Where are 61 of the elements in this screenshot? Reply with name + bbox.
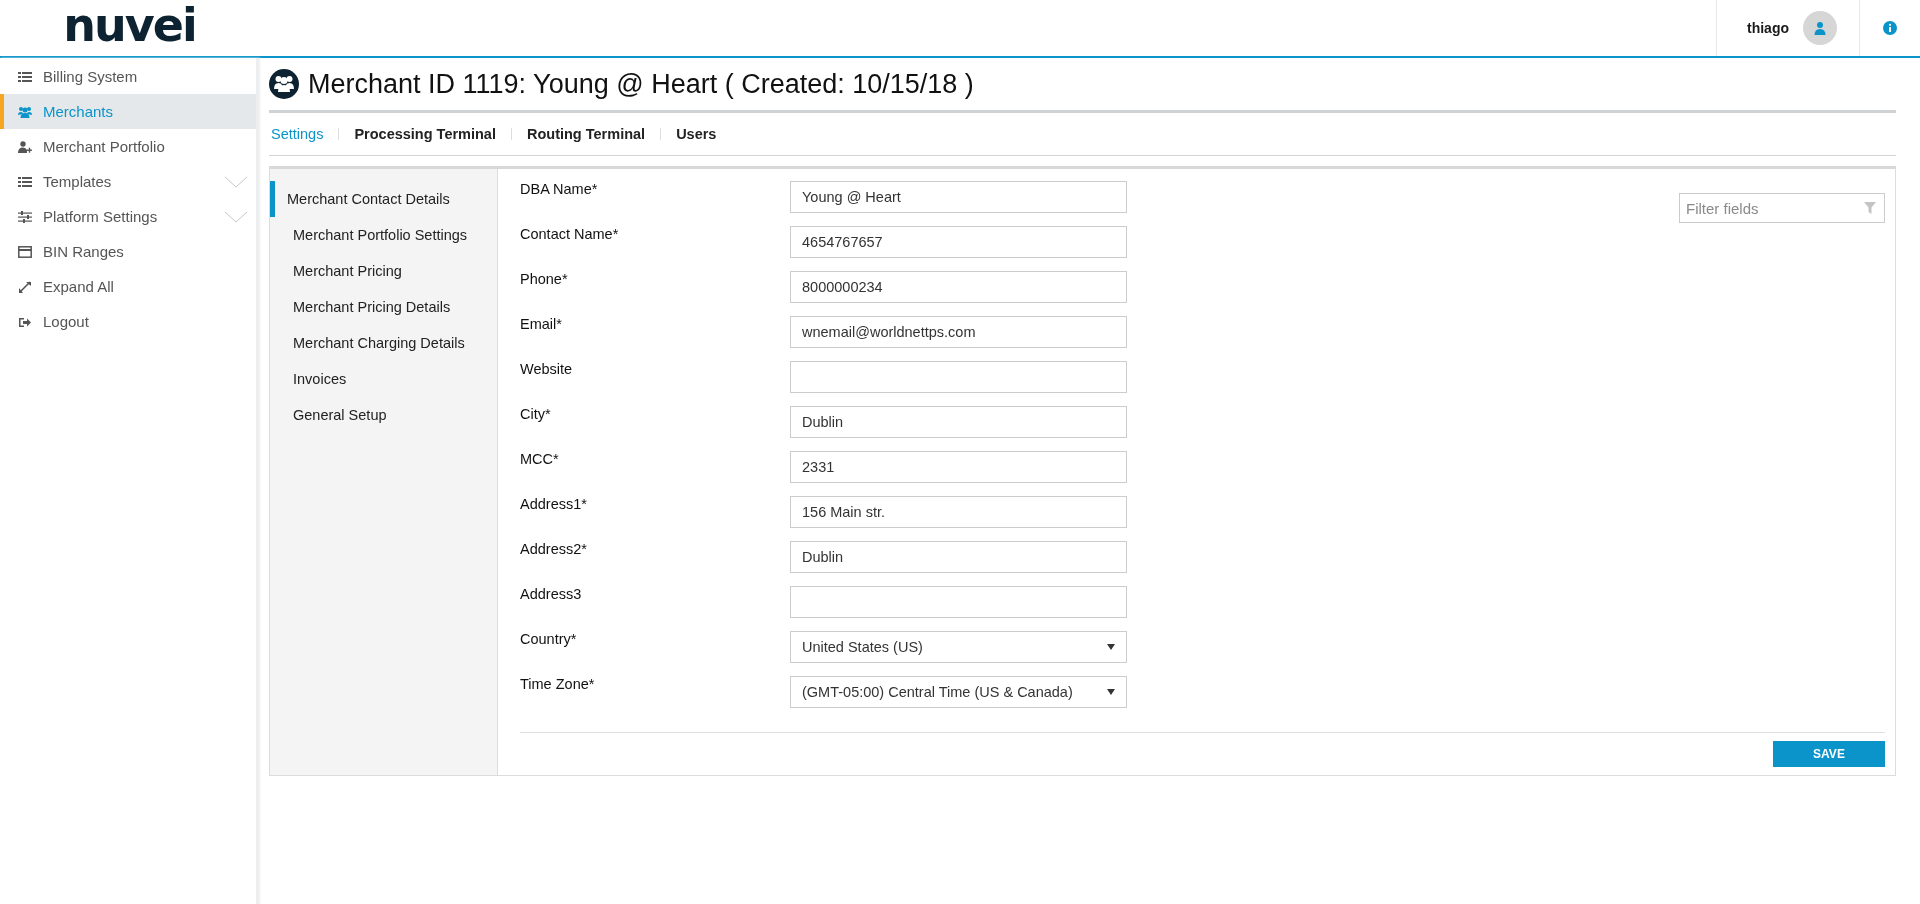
sidebar-item[interactable]: Platform Settings [0,199,256,234]
field-label: Email* [520,316,563,332]
sidebar-item[interactable]: BIN Ranges [0,234,256,269]
filter-field[interactable]: Filter fields [1679,193,1885,223]
input-field[interactable] [790,586,1127,618]
user-plus-icon [18,140,32,153]
input-field[interactable]: Dublin [790,541,1127,573]
avatar-icon[interactable] [1803,11,1837,45]
field-label: Phone* [520,271,569,287]
field-label: Time Zone* [520,676,596,692]
logout-icon [18,315,32,328]
merchant-group-icon [269,69,299,99]
input-field[interactable]: 4654767657 [790,226,1127,258]
section-item[interactable]: Merchant Pricing Details [270,289,497,325]
sidebar-item[interactable]: Merchant Portfolio [0,129,256,164]
section-item[interactable]: Merchant Portfolio Settings [270,217,497,253]
sidebar-item[interactable]: Logout [0,304,256,339]
input-field[interactable]: Young @ Heart [790,181,1127,213]
users-icon [18,105,32,118]
tab[interactable]: Processing Terminal [354,126,496,142]
section-item[interactable]: Merchant Contact Details [270,181,497,217]
page-title: Merchant ID 1119: Young @ Heart ( Created: 10/15/18 ) [308,68,974,100]
tab[interactable]: Routing Terminal [526,126,646,142]
section-item[interactable]: Merchant Charging Details [270,325,497,361]
input-field[interactable]: wnemail@worldnettps.com [790,316,1127,348]
section-item[interactable]: General Setup [270,397,497,433]
input-field[interactable]: 156 Main str. [790,496,1127,528]
filter-icon [1864,202,1876,214]
logo[interactable]: nuvei [63,2,196,48]
field-label: Website [520,361,574,377]
list-icon [18,175,32,188]
info-icon[interactable] [1883,21,1897,35]
input-field[interactable]: 8000000234 [790,271,1127,303]
dropdown[interactable]: United States (US) [790,631,1127,663]
field-label: DBA Name* [520,181,599,197]
input-field[interactable]: 2331 [790,451,1127,483]
user-name[interactable]: thiago [1747,20,1789,36]
sidebar-item[interactable]: Billing System [0,59,256,94]
sidebar-item[interactable]: Templates [0,164,256,199]
input-field[interactable] [790,361,1127,393]
tab[interactable]: Users [676,126,717,142]
section-item[interactable]: Invoices [270,361,497,397]
caret-icon [1107,644,1115,650]
input-field[interactable]: Dublin [790,406,1127,438]
field-label: MCC* [520,451,560,467]
dropdown[interactable]: (GMT-05:00) Central Time (US & Canada) [790,676,1127,708]
sidebar-item[interactable]: Expand All [0,269,256,304]
field-label: Address1* [520,496,588,512]
card-icon [18,245,32,258]
field-label: Country* [520,631,578,647]
caret-icon [1107,689,1115,695]
chevron-icon[interactable] [224,175,248,188]
section-item[interactable]: Merchant Pricing [270,253,497,289]
sliders-icon [18,210,32,223]
field-label: Address3 [520,586,583,602]
expand-icon [18,280,32,293]
field-label: City* [520,406,552,422]
list-icon [18,70,32,83]
field-label: Address2* [520,541,588,557]
field-label: Contact Name* [520,226,620,242]
chevron-icon[interactable] [224,210,248,223]
